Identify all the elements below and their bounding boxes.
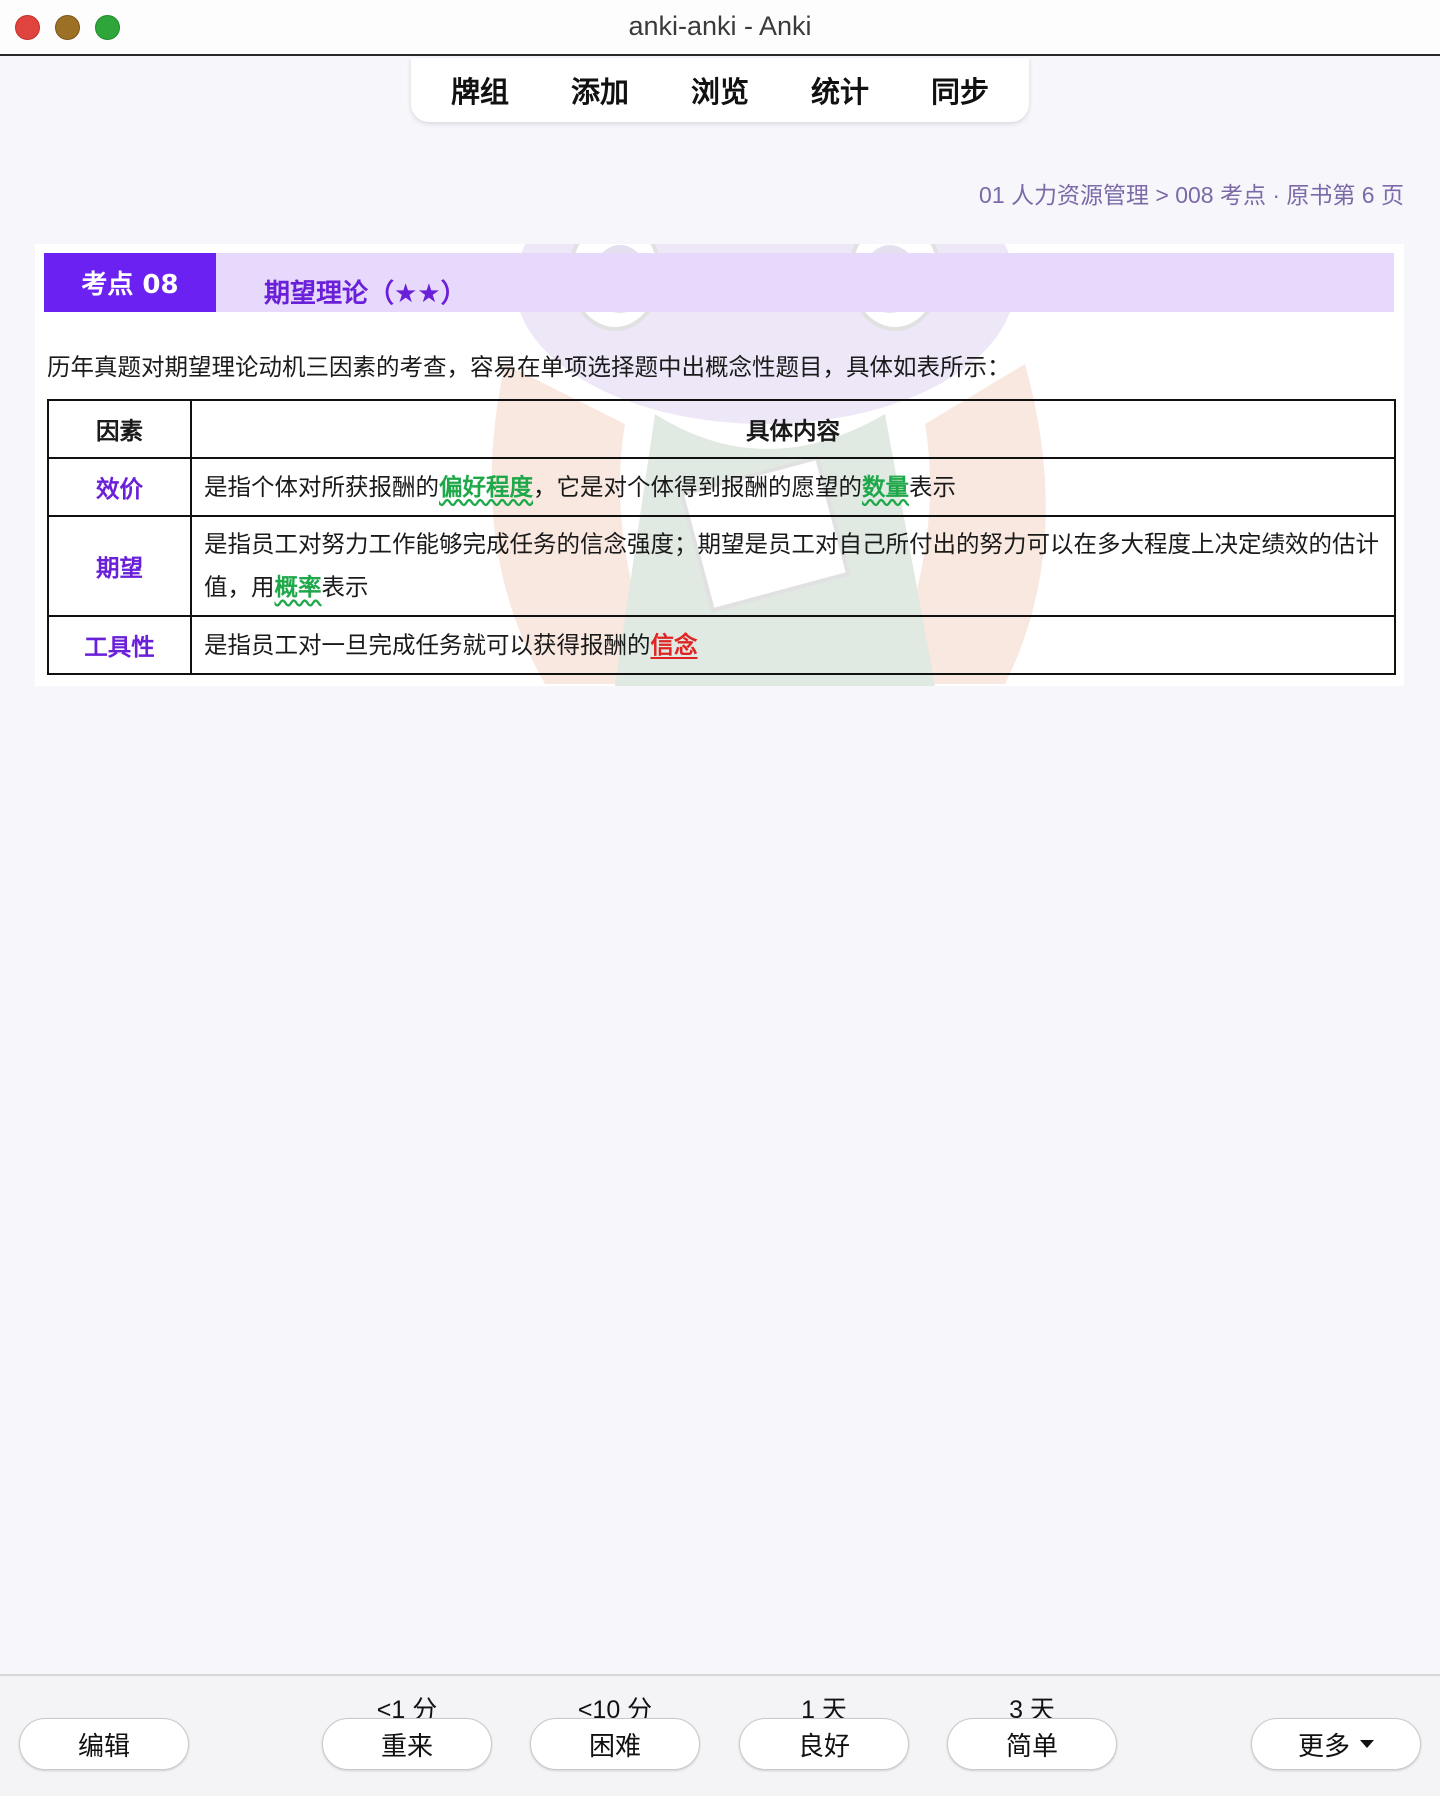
- nav-decks[interactable]: 牌组: [420, 69, 540, 111]
- content-text: 是指员工对努力工作能够完成任务的信念强度；期望是员工对自己所付出的努力可以在多大…: [204, 530, 1379, 601]
- highlight-keyword-red: 信念: [650, 630, 698, 659]
- intro-text: 历年真题对期望理论动机三因素的考查，容易在单项选择题中出概念性题目，具体如表所示…: [47, 353, 1011, 381]
- topic-title: 期望理论（★★）: [264, 279, 467, 309]
- content-cell: 是指员工对努力工作能够完成任务的信念强度；期望是员工对自己所付出的努力可以在多大…: [190, 515, 1396, 617]
- factor-cell: 工具性: [47, 615, 192, 675]
- more-label: 更多: [1297, 1731, 1350, 1762]
- edit-button[interactable]: 编辑: [19, 1718, 189, 1770]
- hard-button[interactable]: 困难: [530, 1718, 700, 1770]
- topic-number-badge: 考点 08: [44, 253, 216, 312]
- highlight-keyword: 偏好程度: [439, 472, 533, 501]
- easy-button[interactable]: 简单: [947, 1718, 1117, 1770]
- review-card: 考点 08 期望理论（★★） 历年真题对期望理论动机三因素的考查，容易在单项选择…: [35, 244, 1404, 686]
- table-row: 工具性 是指员工对一旦完成任务就可以获得报酬的信念: [47, 615, 1396, 675]
- again-button[interactable]: 重来: [322, 1718, 492, 1770]
- factor-cell: 期望: [47, 515, 192, 617]
- table-header-content: 具体内容: [190, 399, 1396, 459]
- good-button[interactable]: 良好: [739, 1718, 909, 1770]
- highlight-keyword: 数量: [862, 472, 909, 501]
- review-bottom-bar: 编辑 <1 分 重来 <10 分 困难 1 天 良好 3 天 简单 更多: [0, 1674, 1440, 1796]
- topic-heading-bar: 考点 08 期望理论（★★）: [44, 253, 1394, 312]
- table-row: 期望 是指员工对努力工作能够完成任务的信念强度；期望是员工对自己所付出的努力可以…: [47, 515, 1396, 617]
- more-button[interactable]: 更多: [1251, 1718, 1421, 1770]
- content-text: 是指员工对一旦完成任务就可以获得报酬的: [204, 630, 651, 659]
- content-cell: 是指员工对一旦完成任务就可以获得报酬的信念: [190, 615, 1396, 675]
- breadcrumb: 01 人力资源管理 > 008 考点 · 原书第 6 页: [979, 182, 1404, 208]
- factors-table: 因素 具体内容 效价 是指个体对所获报酬的偏好程度，它是对个体得到报酬的愿望的数…: [47, 399, 1396, 675]
- content-text: 表示: [909, 472, 956, 501]
- content-text: 表示: [321, 573, 369, 601]
- nav-browse[interactable]: 浏览: [660, 69, 780, 111]
- content-cell: 是指个体对所获报酬的偏好程度，它是对个体得到报酬的愿望的数量表示: [190, 457, 1396, 517]
- title-bar: anki-anki - Anki: [0, 0, 1440, 56]
- factor-cell: 效价: [47, 457, 192, 517]
- content-text: 是指个体对所获报酬的: [204, 472, 439, 501]
- window-title: anki-anki - Anki: [628, 11, 812, 41]
- highlight-keyword: 概率: [274, 573, 322, 601]
- chevron-down-icon: [1360, 1740, 1374, 1748]
- table-header-factor: 因素: [47, 399, 192, 459]
- top-navigation: 牌组 添加 浏览 统计 同步: [411, 58, 1029, 122]
- anki-window: anki-anki - Anki 牌组 添加 浏览 统计 同步 01 人力资源管…: [0, 0, 1440, 1796]
- nav-stats[interactable]: 统计: [780, 69, 900, 111]
- nav-sync[interactable]: 同步: [900, 69, 1020, 111]
- table-row: 效价 是指个体对所获报酬的偏好程度，它是对个体得到报酬的愿望的数量表示: [47, 457, 1396, 517]
- content-text: ，它是对个体得到报酬的愿望的: [533, 472, 862, 501]
- nav-add[interactable]: 添加: [540, 69, 660, 111]
